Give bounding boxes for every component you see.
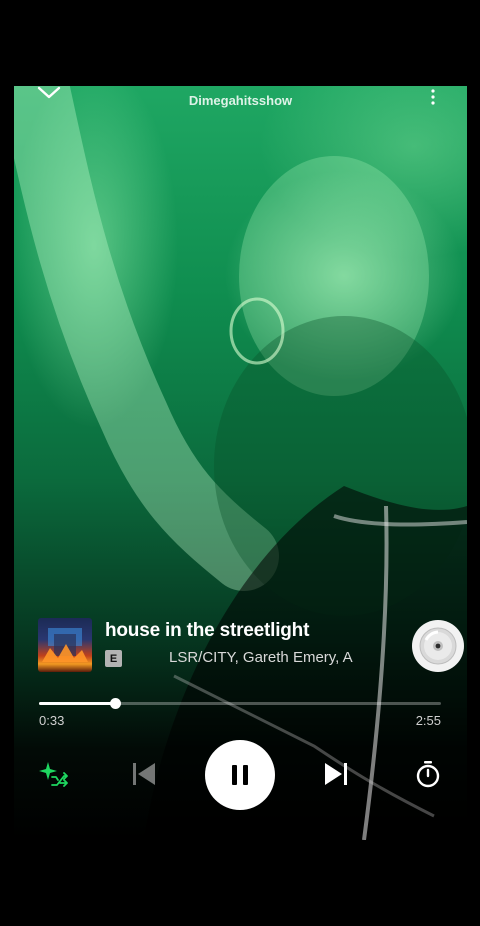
total-duration: 2:55 [415,713,441,728]
context-title: Dimegahitsshow [188,93,293,108]
progress-knob[interactable] [109,698,121,709]
album-cover[interactable] [38,618,92,672]
explicit-badge: E [105,650,122,667]
now-playing-screen: Dimegahitsshow house in the streetlight … [14,86,467,840]
progress-fill [39,702,115,705]
cd-icon[interactable] [412,620,464,672]
elapsed-time: 0:33 [39,713,65,728]
video-background [14,86,467,840]
track-info: house in the streetlight E LSR/CITY, Gar… [38,618,464,674]
track-artists[interactable]: LSR/CITY, Gareth Emery, A [169,649,375,666]
top-bar: Dimegahitsshow [14,86,467,126]
progress-bar[interactable] [39,696,441,712]
pause-button[interactable] [205,740,275,810]
track-title[interactable]: house in the streetlight [105,620,309,642]
smart-shuffle-icon[interactable] [36,758,70,792]
more-vertical-icon[interactable] [423,86,443,108]
playback-controls [14,738,467,810]
sleep-timer-icon[interactable] [414,757,442,791]
skip-next-icon[interactable] [320,756,352,792]
skip-previous-icon[interactable] [128,756,160,792]
pause-icon [232,765,248,785]
